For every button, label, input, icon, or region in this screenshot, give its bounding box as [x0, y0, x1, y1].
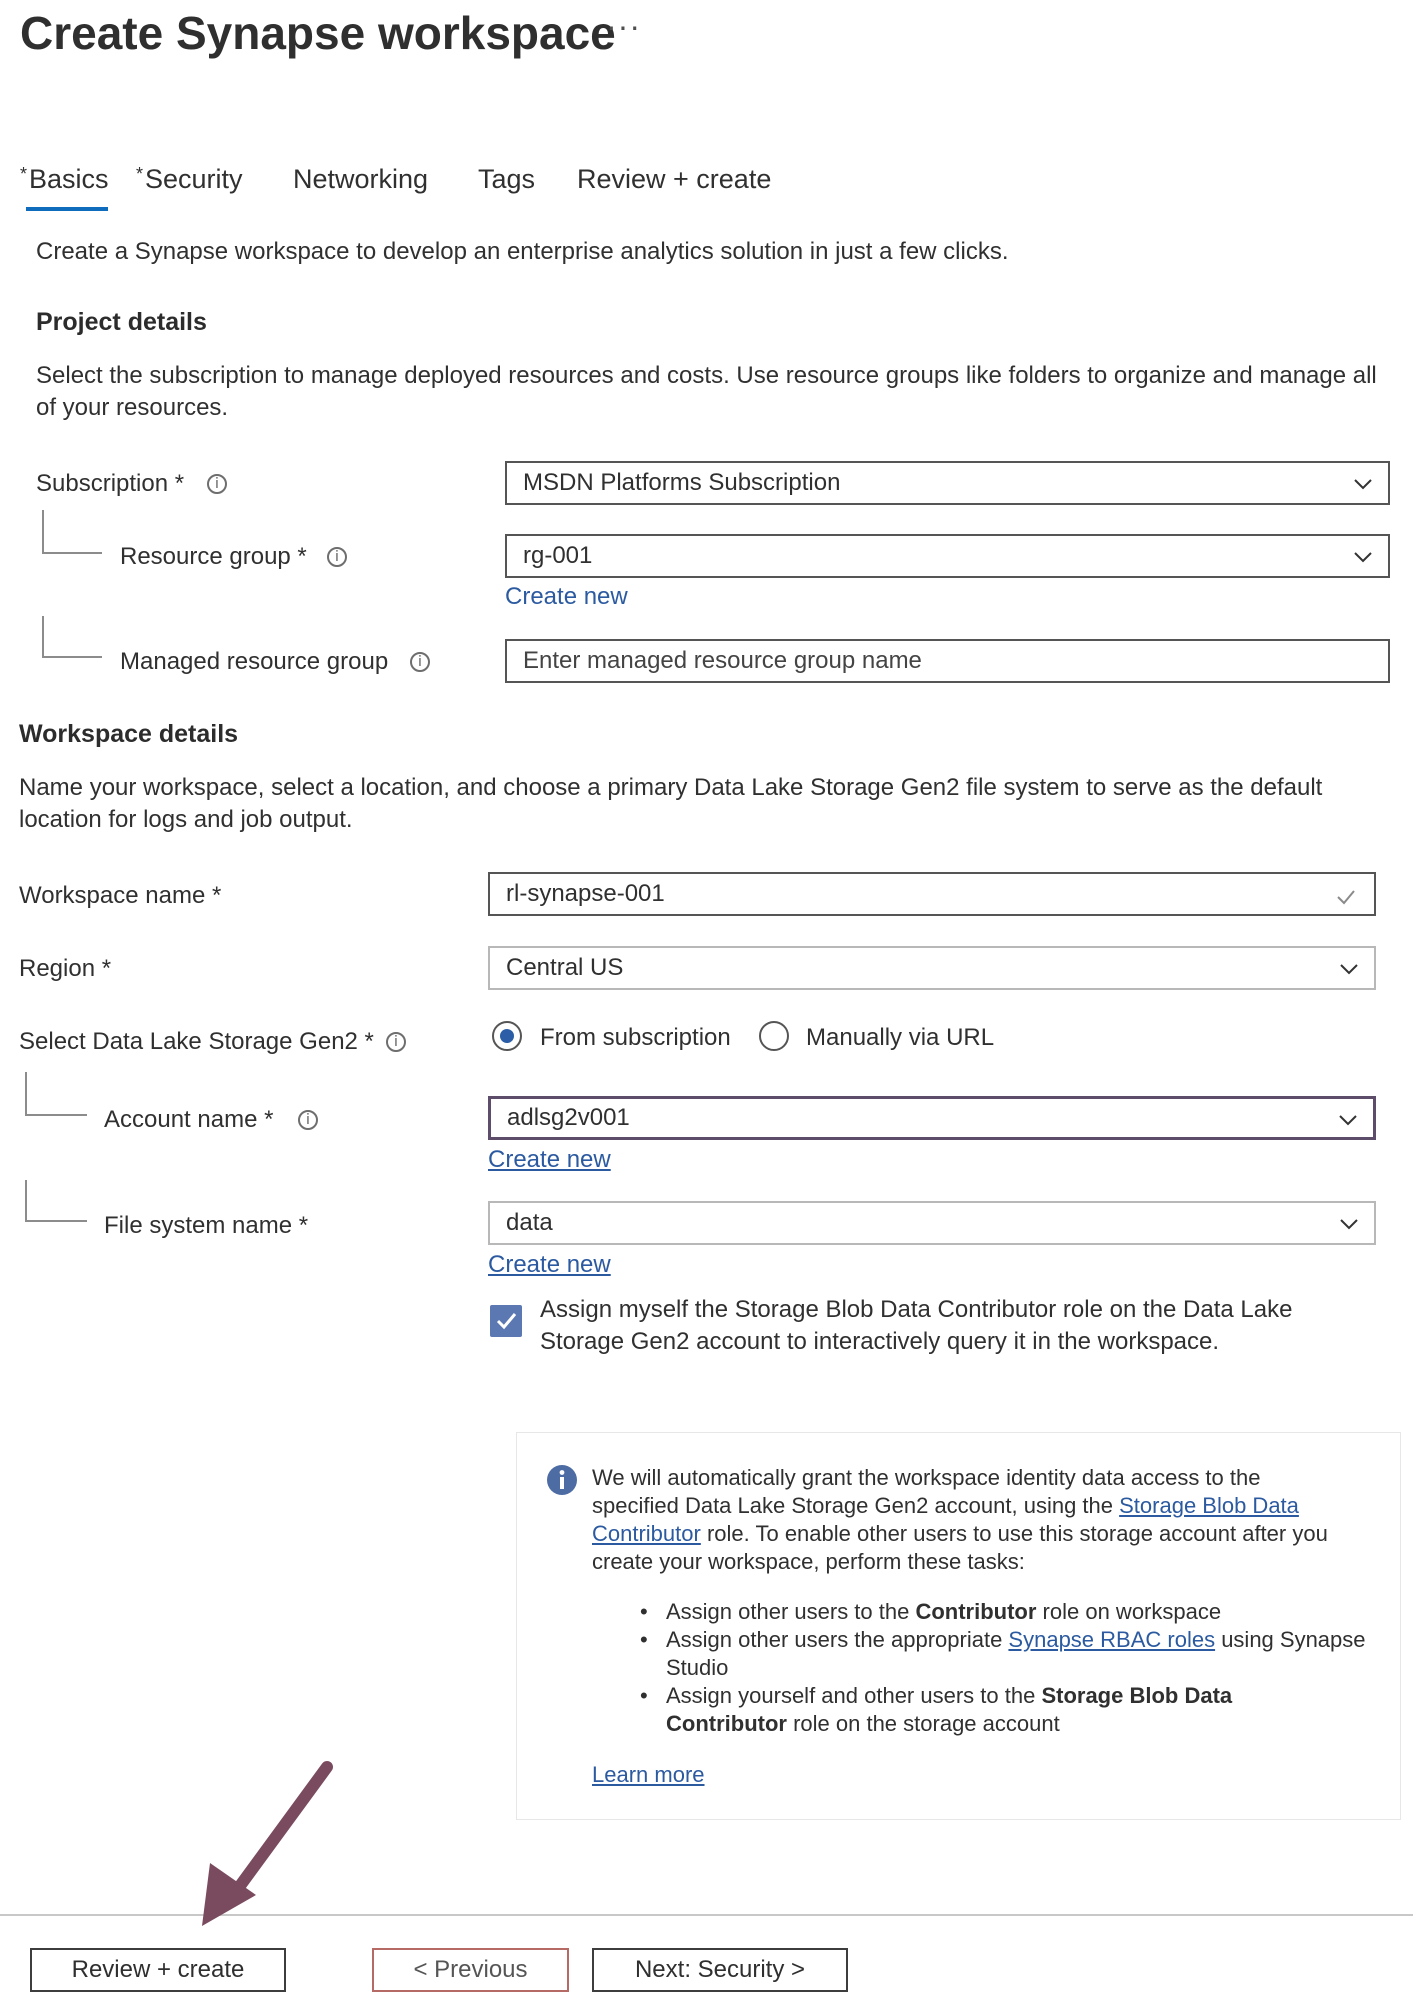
- radio-from-subscription[interactable]: [492, 1021, 522, 1051]
- callout-line-1: We will automatically grant the workspac…: [592, 1465, 1261, 1490]
- callout-line-2: specified Data Lake Storage Gen2 account…: [592, 1492, 1299, 1520]
- callout-line-3-text: role. To enable other users to use this …: [700, 1521, 1328, 1546]
- tab-basics[interactable]: *Basics: [20, 164, 109, 195]
- workspace-name-label: Workspace name *: [19, 882, 222, 909]
- tree-connector: [25, 1180, 87, 1222]
- create-new-file-system-link[interactable]: Create new: [488, 1251, 611, 1279]
- tab-networking[interactable]: Networking: [293, 164, 428, 195]
- bullet-item-3-continued: Contributor role on the storage account: [666, 1710, 1060, 1738]
- chevron-down-icon: [1354, 479, 1372, 490]
- chevron-down-icon: [1339, 1115, 1357, 1126]
- info-icon[interactable]: i: [327, 547, 347, 567]
- checkmark-icon: [496, 1313, 517, 1330]
- managed-resource-group-input[interactable]: Enter managed resource group name: [505, 639, 1390, 683]
- chevron-down-icon: [1354, 552, 1372, 563]
- subscription-value: MSDN Platforms Subscription: [523, 469, 841, 496]
- workspace-name-input[interactable]: rl-synapse-001: [488, 872, 1376, 916]
- tree-connector: [42, 616, 102, 658]
- bullet-text: using Synapse: [1215, 1627, 1366, 1652]
- file-system-name-label: File system name *: [104, 1212, 309, 1239]
- required-marker: *: [20, 164, 28, 184]
- bullet-bold-text: Contributor: [915, 1599, 1037, 1624]
- radio-manually-via-url[interactable]: [759, 1021, 789, 1051]
- bullet-item-3: Assign yourself and other users to the S…: [666, 1682, 1232, 1710]
- more-options-icon[interactable]: ···: [606, 8, 641, 45]
- bullet-item-2-continued: Studio: [666, 1655, 729, 1680]
- intro-text: Create a Synapse workspace to develop an…: [36, 238, 1009, 265]
- managed-resource-group-label: Managed resource group: [120, 648, 389, 675]
- bullet-item-2: Assign other users the appropriate Synap…: [666, 1626, 1366, 1654]
- info-icon[interactable]: i: [207, 474, 227, 494]
- managed-resource-group-placeholder: Enter managed resource group name: [523, 647, 922, 674]
- chevron-down-icon: [1340, 1219, 1358, 1230]
- resource-group-select[interactable]: rg-001: [505, 534, 1390, 578]
- radio-manually-via-url-label: Manually via URL: [806, 1024, 995, 1051]
- create-new-resource-group-link[interactable]: Create new: [505, 583, 628, 611]
- bullet-text: Assign other users to the: [666, 1599, 916, 1624]
- info-icon[interactable]: i: [386, 1032, 406, 1052]
- review-create-button[interactable]: Review + create: [30, 1948, 286, 1992]
- workspace-details-description: Name your workspace, select a location, …: [19, 774, 1323, 833]
- storage-select-label: Select Data Lake Storage Gen2 *: [19, 1028, 374, 1055]
- assign-role-checkbox[interactable]: [490, 1305, 522, 1337]
- bullet-text: Assign yourself and other users to the: [666, 1683, 1042, 1708]
- info-icon[interactable]: i: [410, 652, 430, 672]
- info-filled-icon: [547, 1465, 577, 1495]
- page-title: Create Synapse workspace: [20, 7, 616, 59]
- bullet-text: Assign other users the appropriate: [666, 1627, 1009, 1652]
- resource-group-value: rg-001: [523, 542, 593, 569]
- bullet-dot: •: [640, 1627, 648, 1652]
- contributor-link[interactable]: Contributor: [592, 1521, 701, 1546]
- bullet-bold-text: Storage Blob Data: [1041, 1683, 1233, 1708]
- tab-review-create[interactable]: Review + create: [577, 164, 771, 195]
- project-details-heading: Project details: [36, 308, 207, 336]
- tab-security[interactable]: *Security: [136, 164, 243, 195]
- next-security-button[interactable]: Next: Security >: [592, 1948, 848, 1992]
- workspace-details-heading: Workspace details: [19, 720, 239, 748]
- storage-blob-data-contributor-link[interactable]: Storage Blob Data: [1119, 1493, 1299, 1518]
- checkmark-icon: [1337, 890, 1355, 905]
- resource-group-label: Resource group *: [120, 543, 307, 570]
- tab-label: Security: [145, 164, 243, 194]
- region-value: Central US: [506, 954, 624, 981]
- tab-label: Basics: [29, 164, 109, 194]
- radio-selected-dot: [500, 1029, 514, 1043]
- create-new-account-link[interactable]: Create new: [488, 1146, 611, 1174]
- project-details-description: Select the subscription to manage deploy…: [36, 362, 1377, 421]
- region-label: Region *: [19, 955, 112, 982]
- bullet-bold-text: Contributor: [666, 1711, 787, 1736]
- account-name-value: adlsg2v001: [507, 1104, 630, 1131]
- callout-line-2-text: specified Data Lake Storage Gen2 account…: [592, 1493, 1120, 1518]
- subscription-select[interactable]: MSDN Platforms Subscription: [505, 461, 1390, 505]
- bullet-text: role on workspace: [1036, 1599, 1222, 1624]
- info-icon[interactable]: i: [298, 1110, 318, 1130]
- bullet-dot: •: [640, 1599, 648, 1624]
- account-name-select[interactable]: adlsg2v001: [488, 1096, 1376, 1140]
- assign-role-label: Assign myself the Storage Blob Data Cont…: [540, 1296, 1293, 1355]
- chevron-down-icon: [1340, 964, 1358, 975]
- required-marker: *: [136, 164, 144, 184]
- file-system-name-select[interactable]: data: [488, 1201, 1376, 1245]
- subscription-label: Subscription *: [36, 470, 185, 497]
- active-tab-indicator: [26, 207, 108, 211]
- workspace-name-value: rl-synapse-001: [506, 880, 665, 907]
- callout-line-4: create your workspace, perform these tas…: [592, 1549, 1025, 1574]
- file-system-name-value: data: [506, 1209, 553, 1236]
- tab-tags[interactable]: Tags: [478, 164, 535, 195]
- bullet-dot: •: [640, 1683, 648, 1708]
- annotation-arrow-icon: [202, 1761, 333, 1926]
- learn-more-link[interactable]: Learn more: [592, 1762, 705, 1788]
- callout-line-3: Contributor role. To enable other users …: [592, 1520, 1328, 1548]
- bullet-item-1: Assign other users to the Contributor ro…: [666, 1598, 1221, 1626]
- synapse-rbac-roles-link[interactable]: Synapse RBAC roles: [1008, 1627, 1215, 1652]
- radio-from-subscription-label: From subscription: [540, 1024, 731, 1051]
- previous-button[interactable]: < Previous: [372, 1948, 569, 1992]
- bullet-text: role on the storage account: [786, 1711, 1060, 1736]
- account-name-label: Account name *: [104, 1106, 274, 1133]
- region-select[interactable]: Central US: [488, 946, 1376, 990]
- tree-connector: [42, 510, 102, 554]
- tree-connector: [25, 1072, 87, 1116]
